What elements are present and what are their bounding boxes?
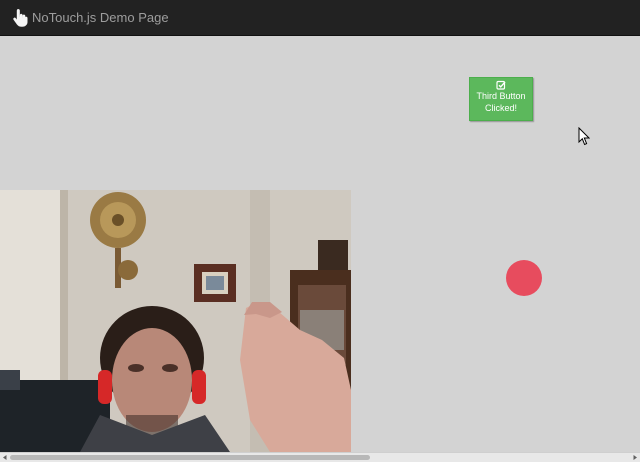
- third-button[interactable]: Third Button Clicked!: [469, 77, 533, 121]
- scrollbar-thumb[interactable]: [10, 455, 370, 460]
- check-square-icon: [496, 80, 506, 90]
- third-button-label-line1: Third Button: [476, 91, 526, 101]
- webcam-image: [0, 190, 351, 452]
- webcam-feed: [0, 190, 351, 452]
- red-dot-target[interactable]: [506, 260, 542, 296]
- third-button-label-line2: Clicked!: [484, 103, 517, 113]
- mouse-cursor-icon: [578, 127, 590, 146]
- page-title[interactable]: NoTouch.js Demo Page: [32, 10, 169, 25]
- hand-pointer-icon: [13, 9, 28, 27]
- navbar: NoTouch.js Demo Page: [0, 0, 640, 36]
- page: NoTouch.js Demo Page Third Button Clicke…: [0, 0, 640, 462]
- scroll-left-arrow-icon[interactable]: [0, 453, 10, 462]
- scroll-right-arrow-icon[interactable]: [630, 453, 640, 462]
- horizontal-scrollbar[interactable]: [0, 452, 640, 462]
